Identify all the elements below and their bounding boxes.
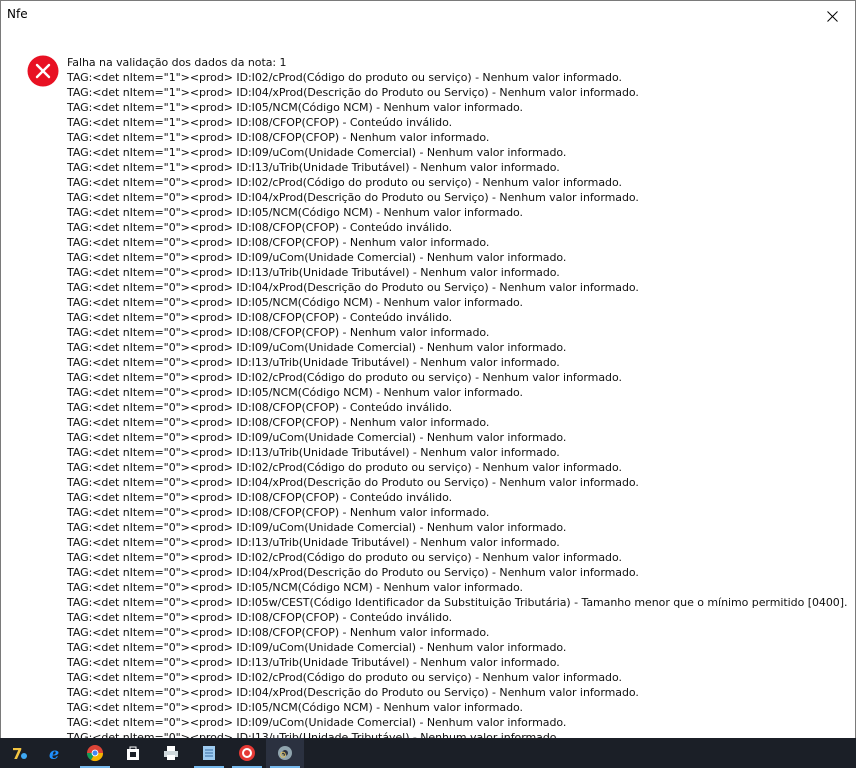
taskbar-item-start-logo[interactable]: 7 [0, 738, 38, 768]
error-message-line: TAG:<det nItem="1"><prod> ID:I04/xProd(D… [67, 86, 639, 99]
error-message-line: TAG:<det nItem="0"><prod> ID:I04/xProd(D… [67, 566, 639, 579]
store-bag-icon [124, 744, 142, 762]
taskbar-item-app-gear[interactable]: ⚙ [266, 738, 304, 768]
taskbar-item-store-bag[interactable] [114, 738, 152, 768]
taskbar-item-notepad[interactable] [190, 738, 228, 768]
chrome-browser-icon [86, 744, 104, 762]
taskbar-item-app-red-circle[interactable] [228, 738, 266, 768]
error-message-line: TAG:<det nItem="0"><prod> ID:I04/xProd(D… [67, 281, 639, 294]
error-message-line: TAG:<det nItem="0"><prod> ID:I09/uCom(Un… [67, 251, 567, 264]
error-message-line: TAG:<det nItem="1"><prod> ID:I09/uCom(Un… [67, 146, 567, 159]
error-message-line: TAG:<det nItem="1"><prod> ID:I05/NCM(Cód… [67, 101, 523, 114]
error-message-line: TAG:<det nItem="0"><prod> ID:I08/CFOP(CF… [67, 401, 453, 414]
error-message-line: TAG:<det nItem="0"><prod> ID:I08/CFOP(CF… [67, 236, 490, 249]
error-message-line: TAG:<det nItem="0"><prod> ID:I08/CFOP(CF… [67, 311, 453, 324]
notepad-icon [200, 744, 218, 762]
error-message-line: TAG:<det nItem="0"><prod> ID:I05/NCM(Cód… [67, 386, 523, 399]
error-message-line: TAG:<det nItem="0"><prod> ID:I13/uTrib(U… [67, 536, 560, 549]
edge-browser-icon: e [48, 744, 66, 762]
error-message-line: TAG:<det nItem="0"><prod> ID:I13/uTrib(U… [67, 356, 560, 369]
taskbar-item-printer[interactable] [152, 738, 190, 768]
error-message-line: TAG:<det nItem="0"><prod> ID:I04/xProd(D… [67, 476, 639, 489]
error-message-line: TAG:<det nItem="0"><prod> ID:I02/cProd(C… [67, 371, 622, 384]
dialog-content: Falha na validação dos dados da nota: 1 T… [1, 31, 855, 739]
error-message: Falha na validação dos dados da nota: 1 T… [67, 55, 847, 739]
taskbar-item-edge-browser[interactable]: e [38, 738, 76, 768]
title-bar[interactable]: Nfe [1, 1, 855, 31]
error-message-line: TAG:<det nItem="0"><prod> ID:I02/cProd(C… [67, 461, 622, 474]
taskbar-item-chrome-browser[interactable] [76, 738, 114, 768]
app-gear-icon: ⚙ [276, 744, 294, 762]
window-title: Nfe [7, 7, 28, 21]
error-message-line: TAG:<det nItem="0"><prod> ID:I09/uCom(Un… [67, 641, 567, 654]
error-message-line: TAG:<det nItem="0"><prod> ID:I13/uTrib(U… [67, 446, 560, 459]
app-red-circle-icon [238, 744, 256, 762]
error-message-line: TAG:<det nItem="1"><prod> ID:I08/CFOP(CF… [67, 131, 490, 144]
svg-text:e: e [49, 744, 59, 762]
error-message-line: TAG:<det nItem="0"><prod> ID:I13/uTrib(U… [67, 266, 560, 279]
error-message-line: TAG:<det nItem="0"><prod> ID:I09/uCom(Un… [67, 521, 567, 534]
error-message-line: TAG:<det nItem="0"><prod> ID:I02/cProd(C… [67, 551, 622, 564]
taskbar: 7 e ⚙ [0, 738, 856, 768]
error-message-line: TAG:<det nItem="0"><prod> ID:I08/CFOP(CF… [67, 416, 490, 429]
error-message-line: TAG:<det nItem="0"><prod> ID:I09/uCom(Un… [67, 431, 567, 444]
error-icon [27, 55, 59, 87]
error-message-line: TAG:<det nItem="0"><prod> ID:I05/NCM(Cód… [67, 581, 523, 594]
error-message-line: TAG:<det nItem="0"><prod> ID:I04/xProd(D… [67, 191, 639, 204]
error-message-line: TAG:<det nItem="0"><prod> ID:I08/CFOP(CF… [67, 611, 453, 624]
error-message-line: TAG:<det nItem="0"><prod> ID:I08/CFOP(CF… [67, 326, 490, 339]
dialog-window: Nfe Falha na validação dos dados da nota… [0, 0, 856, 740]
error-message-line: TAG:<det nItem="0"><prod> ID:I05/NCM(Cód… [67, 296, 523, 309]
error-message-line: TAG:<det nItem="0"><prod> ID:I09/uCom(Un… [67, 716, 567, 729]
error-message-line: TAG:<det nItem="0"><prod> ID:I02/cProd(C… [67, 671, 622, 684]
error-message-line: TAG:<det nItem="1"><prod> ID:I08/CFOP(CF… [67, 116, 453, 129]
error-message-line: TAG:<det nItem="0"><prod> ID:I08/CFOP(CF… [67, 506, 490, 519]
error-message-line: TAG:<det nItem="0"><prod> ID:I13/uTrib(U… [67, 656, 560, 669]
error-message-line: TAG:<det nItem="1"><prod> ID:I13/uTrib(U… [67, 161, 560, 174]
close-icon [826, 10, 838, 22]
error-message-line: TAG:<det nItem="0"><prod> ID:I08/CFOP(CF… [67, 626, 490, 639]
printer-icon [162, 744, 180, 762]
svg-text:7: 7 [12, 745, 22, 762]
error-message-line: TAG:<det nItem="0"><prod> ID:I08/CFOP(CF… [67, 221, 453, 234]
close-button[interactable] [809, 1, 855, 31]
start-logo-icon: 7 [10, 744, 28, 762]
svg-text:⚙: ⚙ [279, 751, 287, 761]
error-message-line: TAG:<det nItem="0"><prod> ID:I04/xProd(D… [67, 686, 639, 699]
error-message-header: Falha na validação dos dados da nota: 1 [67, 56, 287, 69]
error-message-line: TAG:<det nItem="0"><prod> ID:I05w/CEST(C… [67, 596, 848, 609]
error-message-line: TAG:<det nItem="0"><prod> ID:I05/NCM(Cód… [67, 701, 523, 714]
error-message-line: TAG:<det nItem="0"><prod> ID:I05/NCM(Cód… [67, 206, 523, 219]
error-message-line: TAG:<det nItem="0"><prod> ID:I09/uCom(Un… [67, 341, 567, 354]
error-message-line: TAG:<det nItem="1"><prod> ID:I02/cProd(C… [67, 71, 622, 84]
error-message-line: TAG:<det nItem="0"><prod> ID:I02/cProd(C… [67, 176, 622, 189]
error-message-line: TAG:<det nItem="0"><prod> ID:I08/CFOP(CF… [67, 491, 453, 504]
